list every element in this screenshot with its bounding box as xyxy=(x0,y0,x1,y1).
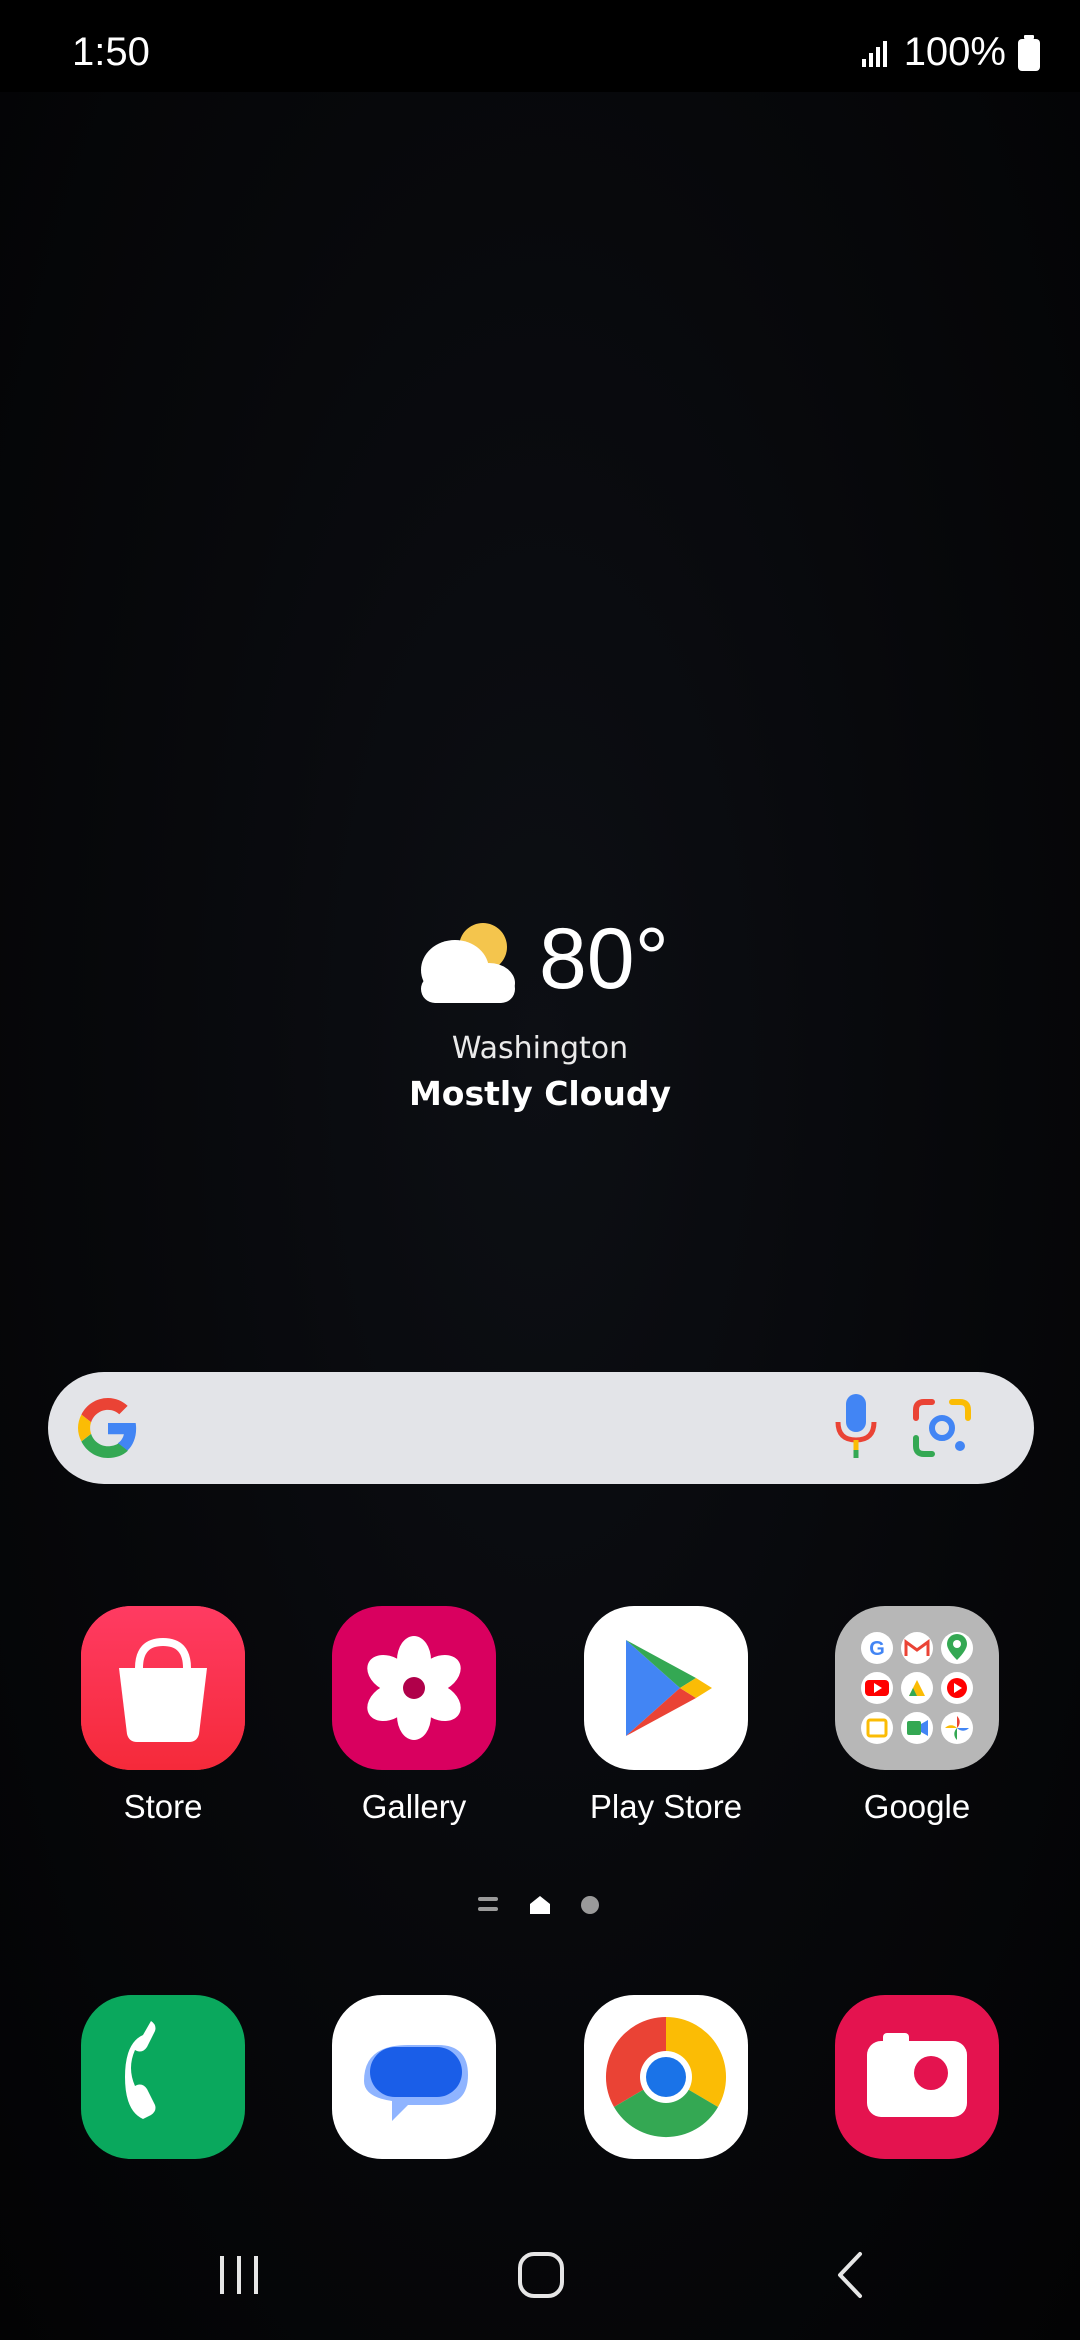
app-label: Store xyxy=(123,1788,203,1825)
play-store-icon xyxy=(584,1606,748,1770)
status-right: 100% xyxy=(860,30,1040,75)
partly-cloudy-icon xyxy=(411,915,521,1005)
battery-icon xyxy=(1018,34,1040,71)
dock-camera[interactable] xyxy=(812,1995,1022,2159)
signal-icon xyxy=(860,37,892,69)
dock-messages[interactable] xyxy=(309,1995,519,2159)
gallery-flower-icon xyxy=(332,1606,496,1770)
chrome-icon xyxy=(584,1995,748,2159)
dock-phone[interactable] xyxy=(58,1995,268,2159)
app-google-folder[interactable]: G Google xyxy=(812,1606,1022,1826)
app-label: Google xyxy=(863,1788,971,1825)
navigation-bar xyxy=(0,2230,1080,2320)
google-folder-icon: G xyxy=(835,1606,999,1770)
messages-icon xyxy=(332,1995,496,2159)
microphone-icon[interactable] xyxy=(834,1392,878,1468)
google-search-bar[interactable] xyxy=(48,1372,1034,1484)
page-home-icon xyxy=(530,1896,550,1914)
weather-city: Washington xyxy=(451,1031,629,1066)
recent-apps-icon[interactable] xyxy=(214,2250,264,2304)
home-icon[interactable] xyxy=(516,2250,566,2304)
weather-widget[interactable]: 80° Washington Mostly Cloudy xyxy=(0,910,1080,1113)
app-label: Play Store xyxy=(589,1788,743,1825)
camera-icon xyxy=(835,1995,999,2159)
app-store[interactable]: Store xyxy=(58,1606,268,1826)
page-dot-icon xyxy=(581,1896,599,1914)
phone-icon xyxy=(81,1995,245,2159)
dock-chrome[interactable] xyxy=(561,1995,771,2159)
app-play-store[interactable]: Play Store xyxy=(561,1606,771,1826)
google-lens-icon[interactable] xyxy=(910,1396,974,1464)
app-gallery[interactable]: Gallery xyxy=(309,1606,519,1826)
back-icon[interactable] xyxy=(826,2250,876,2304)
app-label: Gallery xyxy=(361,1788,467,1825)
weather-temperature: 80° xyxy=(538,911,670,1007)
google-logo-icon xyxy=(78,1398,138,1462)
weather-condition: Mostly Cloudy xyxy=(408,1074,672,1113)
page-list-icon xyxy=(478,1897,498,1911)
status-bar: 1:50 100% xyxy=(0,0,1080,92)
svg-text:G: G xyxy=(869,1638,885,1660)
battery-percent: 100% xyxy=(903,30,1006,74)
store-bag-icon xyxy=(81,1606,245,1770)
page-indicator[interactable] xyxy=(470,1890,610,1920)
status-time: 1:50 xyxy=(72,30,150,74)
